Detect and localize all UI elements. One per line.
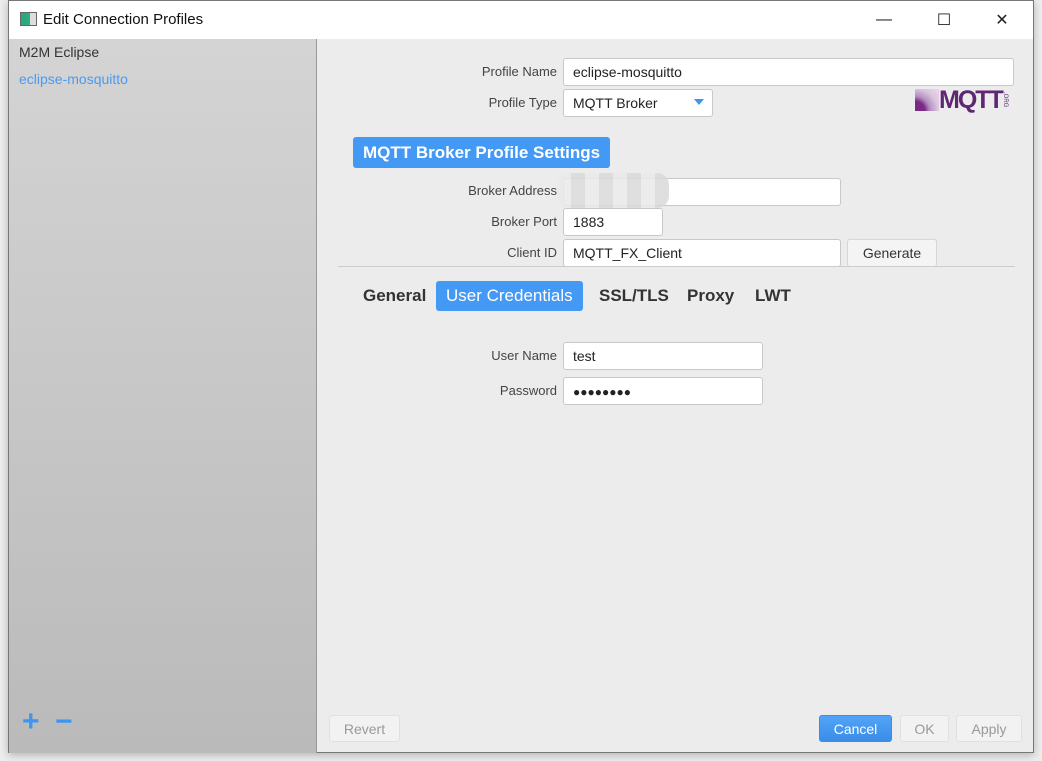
profile-item-m2m-eclipse[interactable]: M2M Eclipse <box>19 44 99 60</box>
redacted-address <box>557 173 669 208</box>
minimize-button[interactable]: — <box>861 1 907 39</box>
apply-button[interactable]: Apply <box>956 715 1022 742</box>
app-icon <box>20 12 37 26</box>
close-button[interactable]: ✕ <box>979 1 1025 39</box>
profile-type-select[interactable]: MQTT Broker <box>563 89 713 117</box>
broker-port-input[interactable]: 1883 <box>563 208 663 236</box>
add-profile-button[interactable]: + <box>22 707 40 737</box>
revert-button[interactable]: Revert <box>329 715 400 742</box>
profile-name-input[interactable]: eclipse-mosquitto <box>563 58 1014 86</box>
profile-type-value: MQTT Broker <box>573 95 658 111</box>
broker-port-label: Broker Port <box>491 214 557 229</box>
window-title: Edit Connection Profiles <box>43 11 204 28</box>
ok-button[interactable]: OK <box>900 715 949 742</box>
tab-ssl-tls[interactable]: SSL/TLS <box>589 281 679 311</box>
profile-list: M2M Eclipse eclipse-mosquitto + − <box>9 39 317 753</box>
edit-connection-profiles-window: Edit Connection Profiles — ☐ ✕ M2M Eclip… <box>8 0 1034 753</box>
tab-lwt[interactable]: LWT <box>745 281 801 311</box>
chevron-down-icon <box>694 99 704 105</box>
profile-item-eclipse-mosquitto[interactable]: eclipse-mosquitto <box>19 71 128 87</box>
section-title: MQTT Broker Profile Settings <box>353 137 611 168</box>
profile-name-label: Profile Name <box>481 64 557 79</box>
user-name-input[interactable]: test <box>563 342 763 370</box>
tab-general[interactable]: General <box>353 281 436 311</box>
cancel-button[interactable]: Cancel <box>819 715 892 742</box>
tab-user-credentials[interactable]: User Credentials <box>436 281 583 311</box>
profile-type-label: Profile Type <box>488 95 557 110</box>
password-label: Password <box>499 383 557 398</box>
user-name-label: User Name <box>491 348 557 363</box>
remove-profile-button[interactable]: − <box>55 707 73 737</box>
password-input[interactable]: ●●●●●●●● <box>563 377 763 405</box>
broker-address-label: Broker Address <box>468 183 557 198</box>
tab-proxy[interactable]: Proxy <box>677 281 744 311</box>
client-id-label: Client ID <box>507 245 557 260</box>
mqtt-logo: MQTT .ORG <box>915 88 1008 113</box>
divider <box>338 266 1015 267</box>
client-id-input[interactable]: MQTT_FX_Client <box>563 239 841 267</box>
maximize-button[interactable]: ☐ <box>921 1 967 39</box>
title-bar: Edit Connection Profiles — ☐ ✕ <box>9 1 1033 39</box>
generate-button[interactable]: Generate <box>847 239 937 267</box>
